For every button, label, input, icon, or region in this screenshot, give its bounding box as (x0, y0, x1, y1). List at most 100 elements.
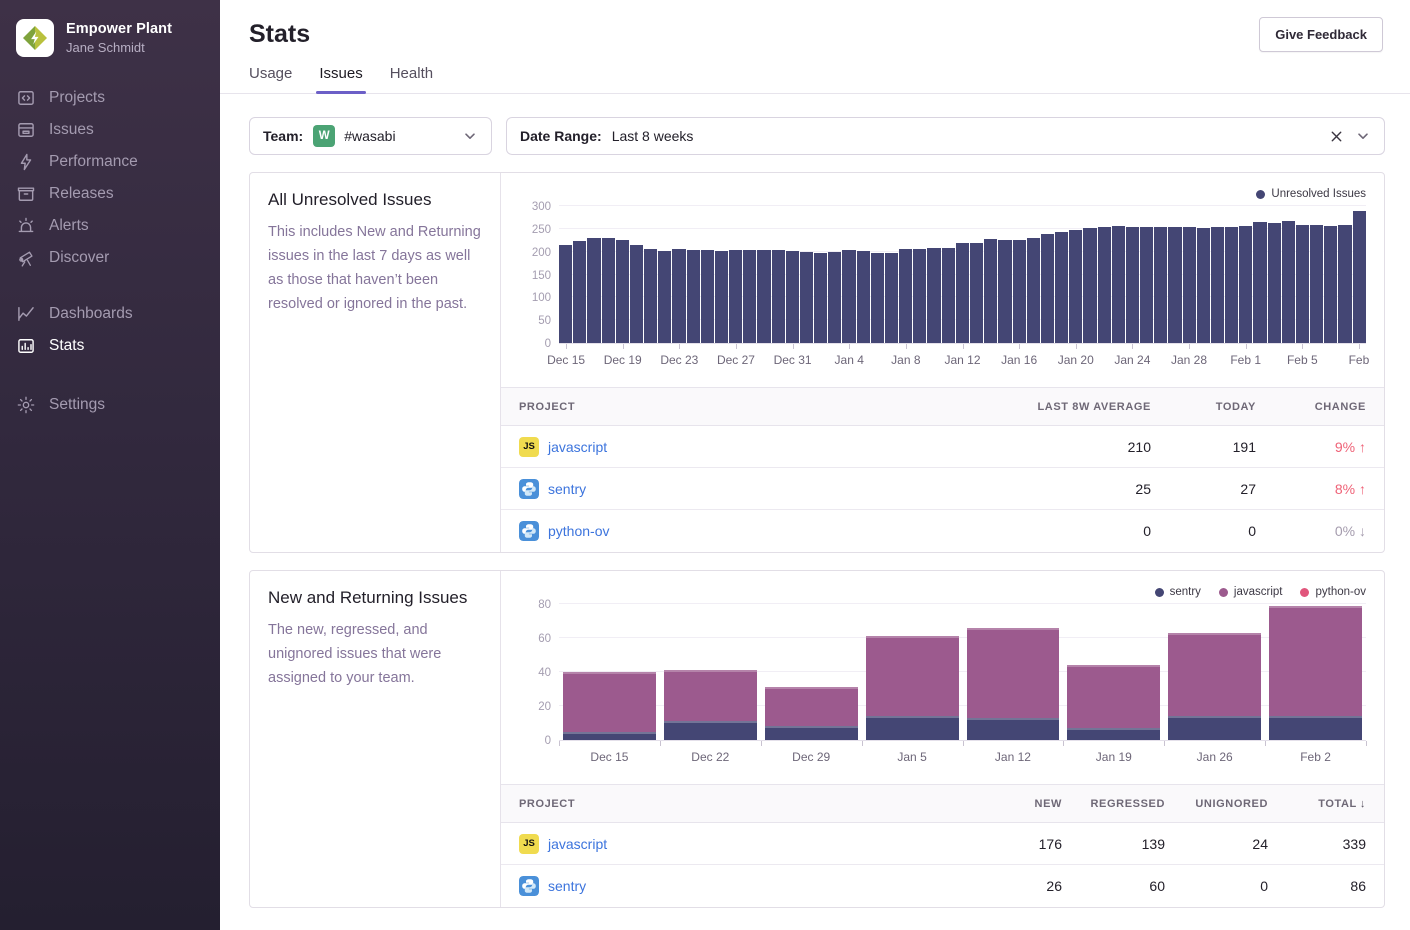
value-cell: 176 (927, 836, 1062, 852)
column-header-project: PROJECT (519, 401, 981, 413)
x-tick (963, 344, 964, 349)
legend-item-javascript[interactable]: javascript (1219, 586, 1283, 598)
stacked-bar-jan-5 (862, 605, 963, 740)
clear-date-icon[interactable] (1329, 129, 1344, 144)
new-returning-panel-description: The new, regressed, and unignored issues… (268, 618, 482, 690)
column-header-new: NEW (927, 798, 1062, 810)
table-header: PROJECTNEWREGRESSEDUNIGNOREDTOTAL↓ (501, 785, 1384, 823)
stacked-bar-dec-22 (660, 605, 761, 740)
column-header-today: TODAY (1151, 401, 1256, 413)
date-range-select[interactable]: Date Range: Last 8 weeks (506, 117, 1385, 155)
nav-tertiary: Settings (0, 389, 220, 421)
unresolved-bar (885, 253, 898, 343)
project-link[interactable]: javascript (548, 439, 607, 455)
unresolved-bar (1140, 227, 1153, 343)
project-link[interactable]: python-ov (548, 523, 609, 539)
unresolved-bar (616, 240, 629, 343)
sidebar-item-releases[interactable]: Releases (0, 178, 220, 210)
segment-javascript (1067, 665, 1160, 728)
sidebar-item-label: Releases (49, 185, 114, 203)
x-tick (1366, 741, 1367, 746)
y-axis-labels: 050100150200250300 (517, 207, 551, 344)
value-cell: 26 (927, 878, 1062, 894)
segment-sentry (563, 732, 656, 741)
column-header-total[interactable]: TOTAL↓ (1268, 798, 1366, 810)
user-name: Jane Schmidt (66, 40, 172, 55)
sidebar-item-issues[interactable]: Issues (0, 114, 220, 146)
date-range-actions (1329, 128, 1371, 144)
python-project-icon (519, 876, 539, 896)
sidebar-item-stats[interactable]: Stats (0, 330, 220, 362)
table-row-python-ov: python-ov000% ↓ (501, 510, 1384, 552)
sidebar-item-dashboards[interactable]: Dashboards (0, 298, 220, 330)
legend-item-unresolved-issues[interactable]: Unresolved Issues (1256, 188, 1366, 200)
unresolved-bar (998, 240, 1011, 343)
stacked-bar-feb-2 (1265, 605, 1366, 740)
unresolved-issues-table: PROJECTLAST 8W AVERAGETODAYCHANGEJSjavas… (501, 387, 1384, 552)
unresolved-bar (800, 252, 813, 343)
stacked-bar-jan-19 (1063, 605, 1164, 740)
org-switcher[interactable]: Empower Plant Jane Schmidt (0, 0, 220, 82)
settings-icon (16, 395, 36, 415)
unresolved-bar (1027, 238, 1040, 343)
unresolved-panel-description: This includes New and Returning issues i… (268, 220, 482, 316)
dashboards-icon (16, 304, 36, 324)
sidebar-item-alerts[interactable]: Alerts (0, 210, 220, 242)
chevron-down-icon[interactable] (1355, 128, 1371, 144)
sidebar: Empower Plant Jane Schmidt ProjectsIssue… (0, 0, 220, 930)
new-returning-panel-title: New and Returning Issues (268, 588, 482, 608)
date-range-value: Last 8 weeks (612, 128, 694, 144)
x-tick-label: Dec 29 (792, 750, 830, 764)
sidebar-item-projects[interactable]: Projects (0, 82, 220, 114)
unresolved-bar (1013, 240, 1026, 343)
value-cell: 339 (1268, 836, 1366, 852)
org-name: Empower Plant (66, 21, 172, 37)
legend-dot-icon (1219, 588, 1228, 597)
segment-sentry (1067, 728, 1160, 740)
team-label: Team: (263, 128, 303, 144)
legend-item-sentry[interactable]: sentry (1155, 586, 1201, 598)
performance-icon (16, 152, 36, 172)
legend-item-python-ov[interactable]: python-ov (1300, 586, 1366, 598)
stacked-bar-dec-15 (559, 605, 660, 740)
nav-primary: ProjectsIssuesPerformance Releases AlertsD… (0, 82, 220, 274)
unresolved-bar (573, 241, 586, 343)
table-row-javascript: JSjavascript17613924339 (501, 823, 1384, 865)
project-link[interactable]: javascript (548, 836, 607, 852)
tab-issues[interactable]: Issues (319, 65, 362, 93)
unresolved-bar (1154, 227, 1167, 343)
unresolved-bar (1183, 227, 1196, 343)
legend-dot-icon (1300, 588, 1309, 597)
unresolved-bar (1282, 221, 1295, 343)
unresolved-bar (1353, 211, 1366, 343)
unresolved-bar (871, 253, 884, 343)
sidebar-item-performance[interactable]: Performance (0, 146, 220, 178)
unresolved-bar (715, 251, 728, 343)
sidebar-item-label: Settings (49, 396, 105, 414)
x-tick-label: Dec 22 (691, 750, 729, 764)
x-tick (1302, 344, 1303, 349)
sidebar-item-discover[interactable]: Discover (0, 242, 220, 274)
project-link[interactable]: sentry (548, 878, 586, 894)
segment-sentry (1269, 716, 1362, 740)
team-select[interactable]: Team: W #wasabi (249, 117, 492, 155)
date-range-label: Date Range: (520, 128, 602, 144)
give-feedback-button[interactable]: Give Feedback (1259, 17, 1383, 52)
unresolved-bar (956, 243, 969, 343)
stacked-bar-dec-29 (761, 605, 862, 740)
x-tick (906, 344, 907, 349)
project-cell: JSjavascript (519, 437, 981, 457)
x-tick (761, 741, 762, 746)
x-axis-labels: Dec 15Dec 22Dec 29Jan 5Jan 12Jan 19Jan 2… (559, 741, 1366, 768)
unresolved-bar (743, 250, 756, 343)
x-tick-label: Dec 31 (774, 353, 812, 367)
x-tick (1076, 344, 1077, 349)
unresolved-bar (1338, 225, 1351, 343)
x-tick (1019, 344, 1020, 349)
team-value: #wasabi (344, 128, 462, 144)
sidebar-item-settings[interactable]: Settings (0, 389, 220, 421)
tab-usage[interactable]: Usage (249, 65, 292, 93)
column-header-regressed: REGRESSED (1062, 798, 1165, 810)
project-link[interactable]: sentry (548, 481, 586, 497)
tab-health[interactable]: Health (390, 65, 433, 93)
